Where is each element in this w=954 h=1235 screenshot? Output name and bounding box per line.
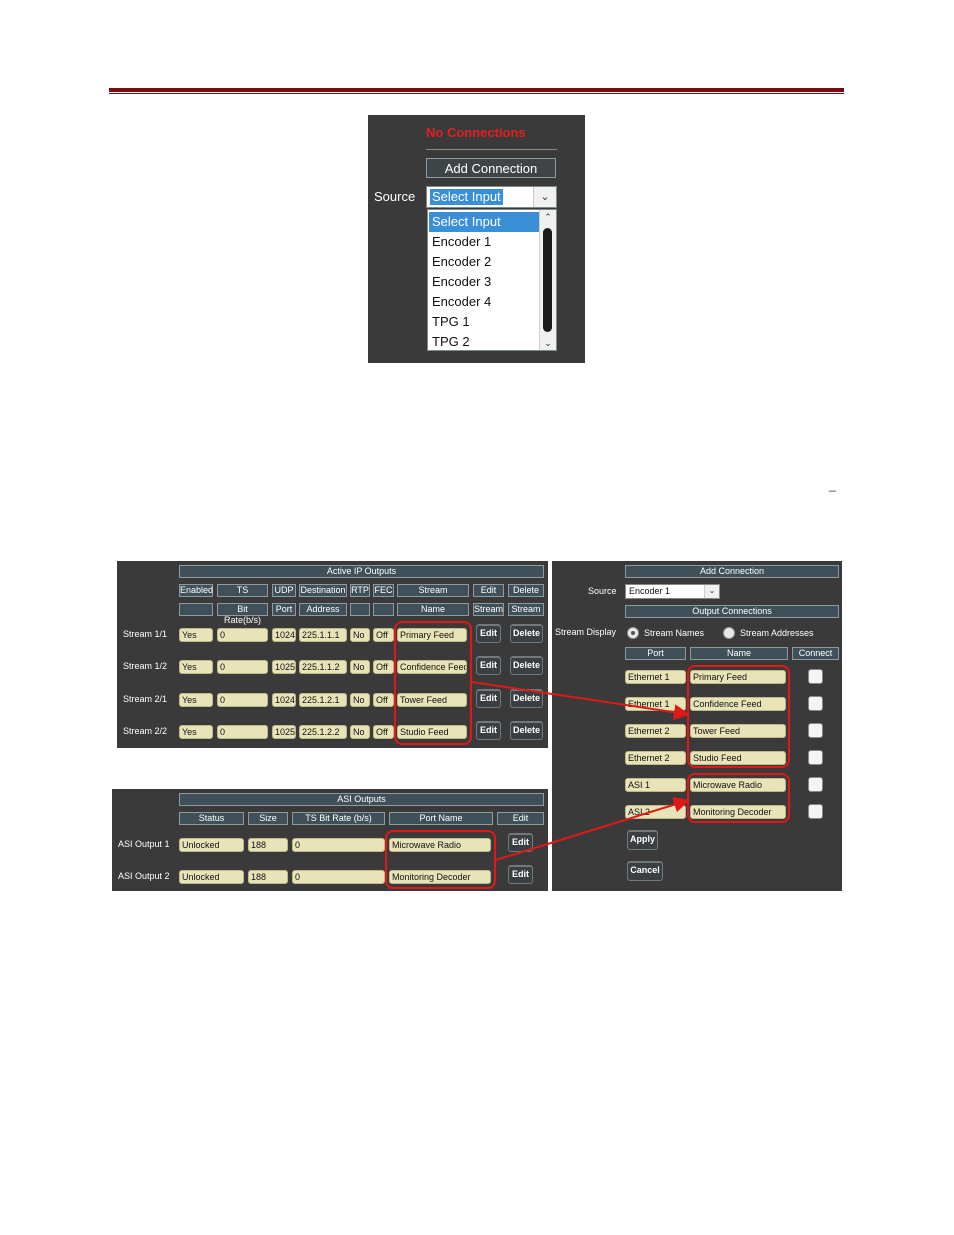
arrow-asi-to-asi [495,796,690,861]
connector-arrows [471,681,690,861]
arrow-ip-to-ethernet [471,681,690,721]
